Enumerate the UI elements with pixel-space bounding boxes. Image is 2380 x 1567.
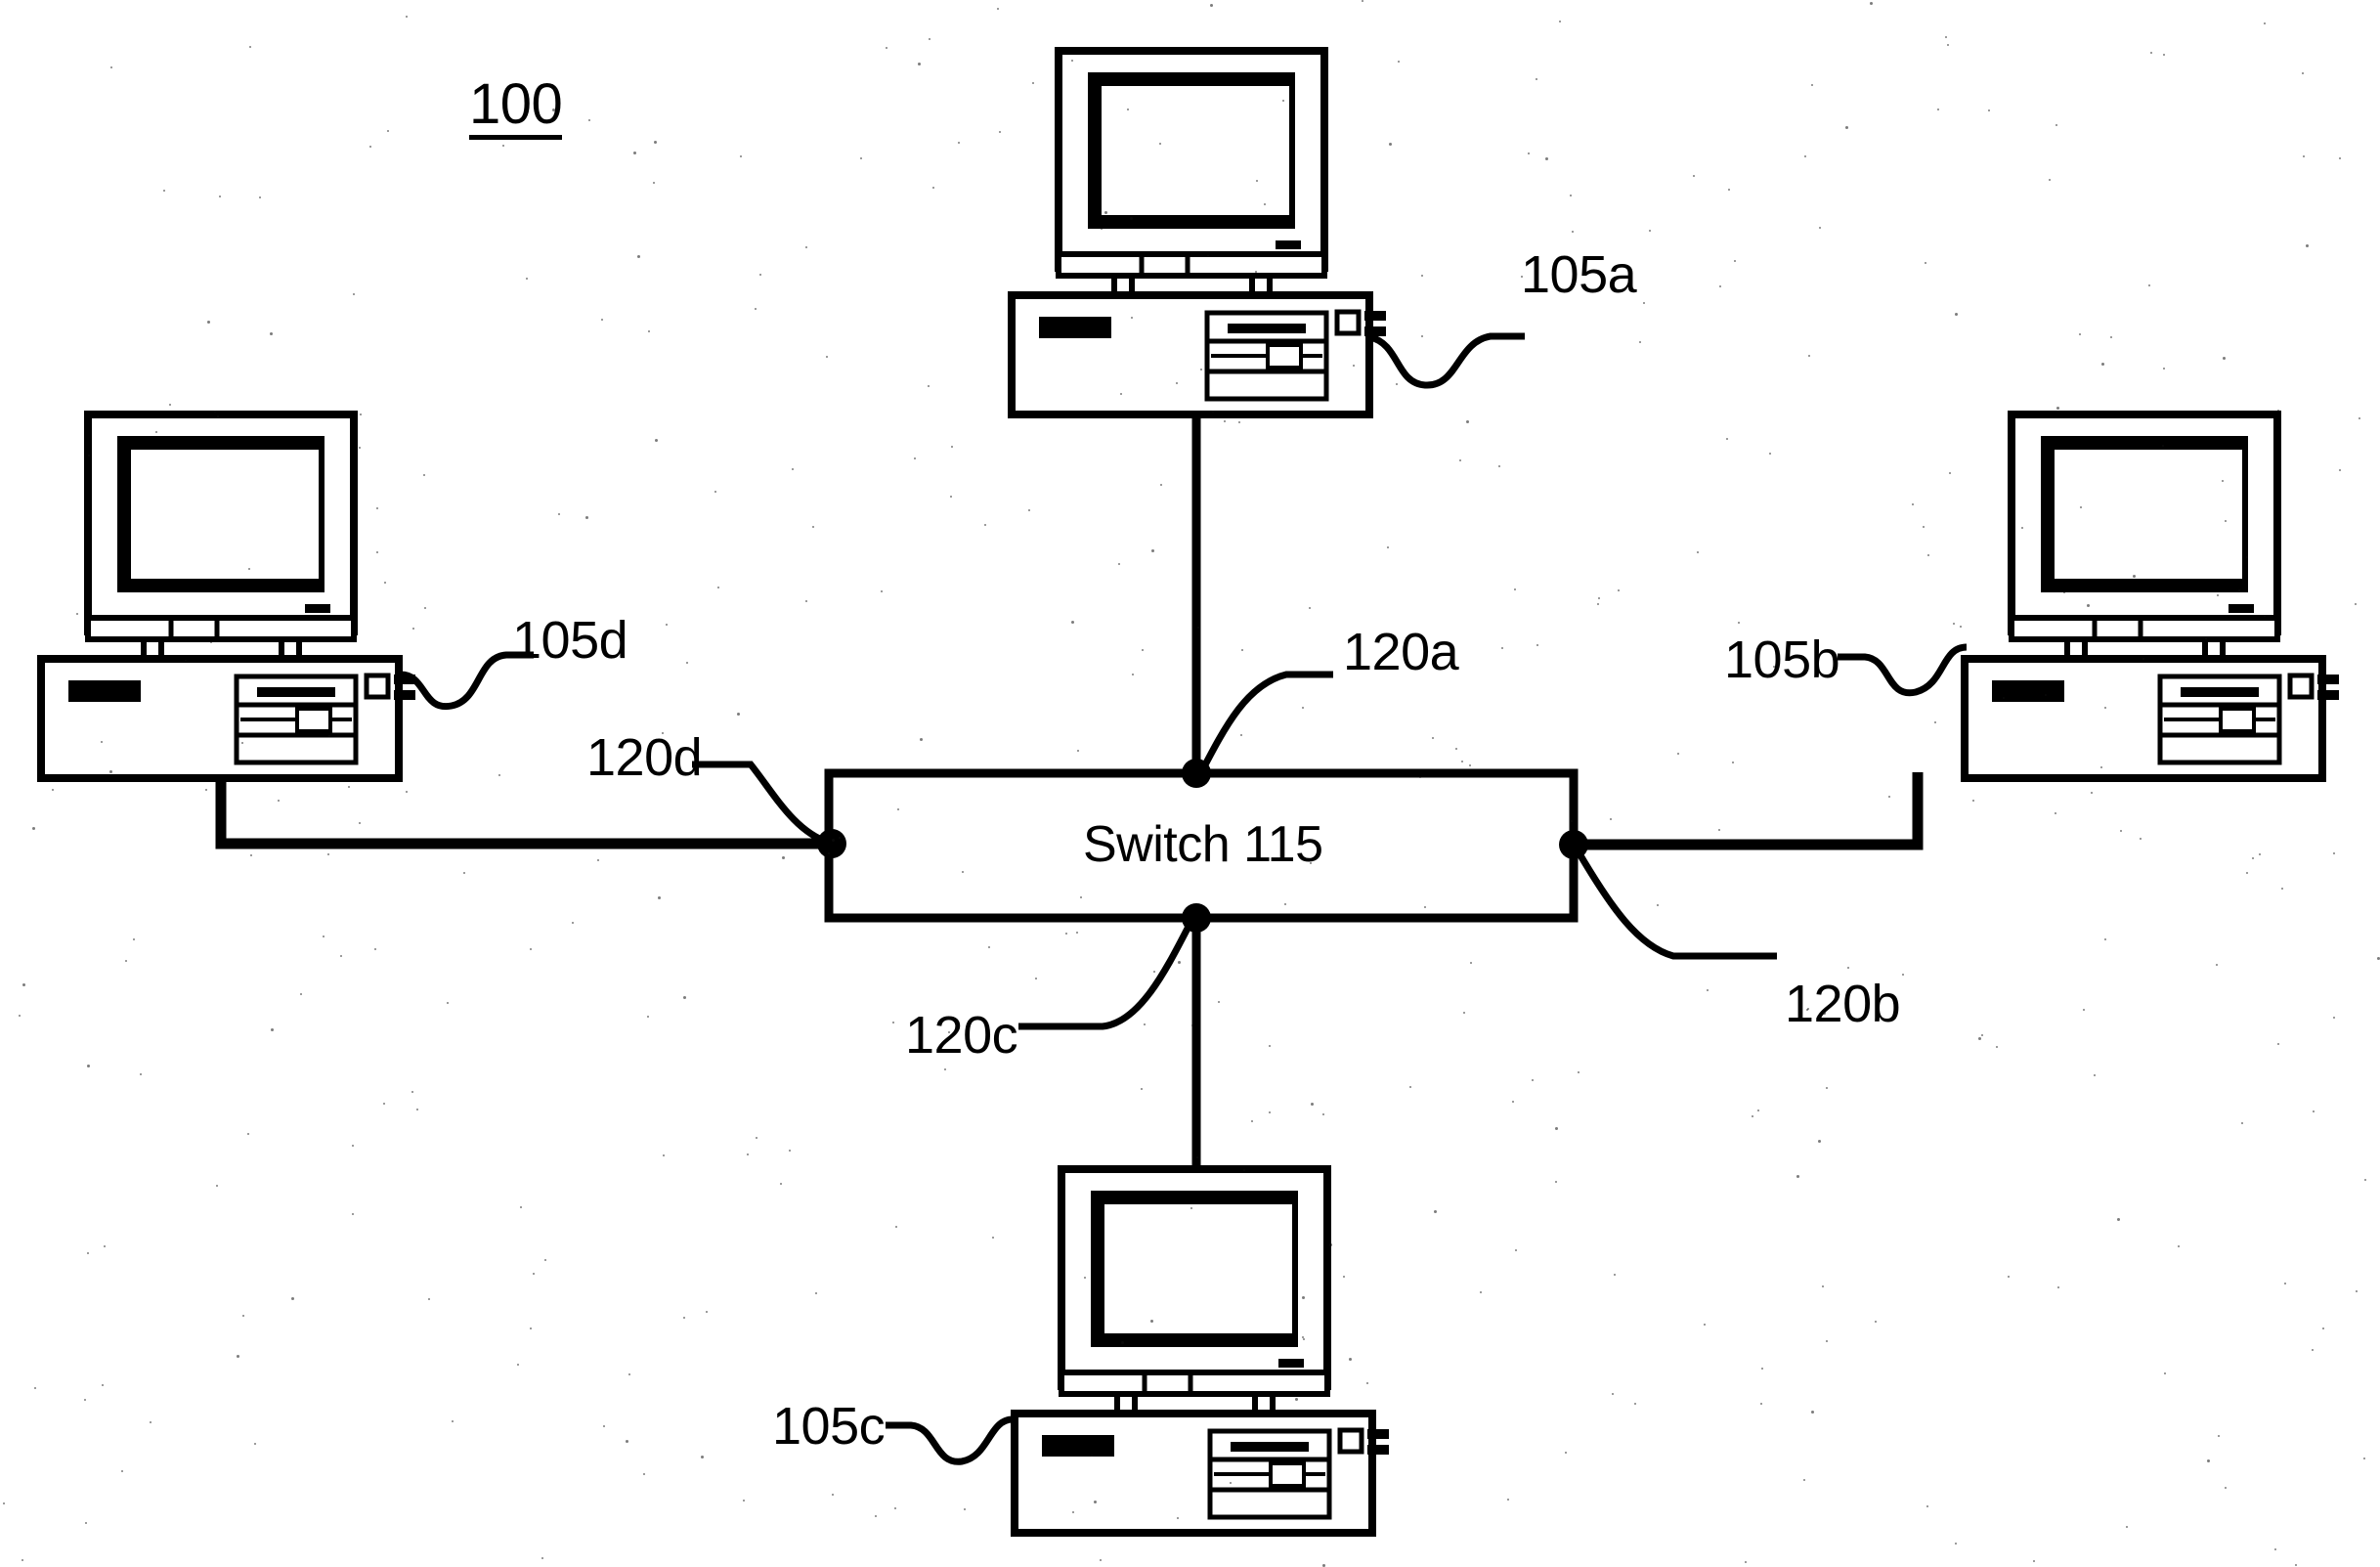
patent-figure: 100 Switch 115 105a 105b 105c 105d 120a …	[0, 0, 2380, 1567]
diagram-canvas	[0, 0, 2380, 1566]
ref-label-105b: 105b	[1724, 631, 1840, 689]
leader-105c	[886, 1415, 1014, 1465]
leader-105b	[1838, 643, 1968, 697]
computer-105c[interactable]	[1015, 1169, 1389, 1533]
ref-label-120a: 120a	[1343, 623, 1459, 681]
port-dot-120d[interactable]	[817, 829, 846, 858]
leader-105a	[1368, 332, 1525, 389]
leader-120c	[1018, 917, 1196, 1030]
leader-120b	[1574, 849, 1777, 960]
ref-label-120c: 120c	[905, 1006, 1018, 1065]
ref-label-105d: 105d	[512, 611, 628, 670]
ref-label-105c: 105c	[772, 1397, 886, 1456]
computer-105a[interactable]	[1012, 51, 1386, 414]
leader-120d	[692, 761, 831, 847]
cable-120b	[1544, 772, 1924, 850]
ref-label-120d: 120d	[586, 728, 703, 787]
leader-120a	[1196, 671, 1333, 776]
figure-number: 100	[469, 76, 563, 140]
switch-label: Switch 115	[1083, 816, 1323, 873]
ref-label-105a: 105a	[1521, 245, 1637, 304]
ref-label-120b: 120b	[1785, 975, 1901, 1033]
computer-105d[interactable]	[41, 414, 415, 778]
computer-105b[interactable]	[1965, 414, 2339, 778]
